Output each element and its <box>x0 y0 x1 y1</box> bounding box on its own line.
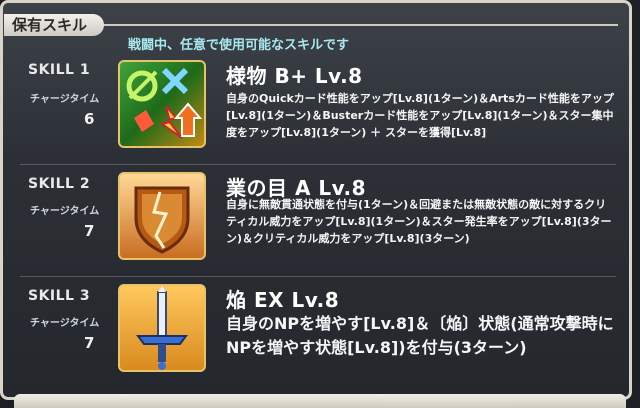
skill-divider-2 <box>20 276 616 277</box>
skill-1-ct-value: 6 <box>84 110 95 128</box>
skill-1-label: SKILL 1 <box>28 62 91 78</box>
skill-1-ct-label: チャージタイム <box>30 94 100 105</box>
skill-3-ct-value: 7 <box>84 334 95 352</box>
skill-divider-1 <box>20 164 616 165</box>
panel-title: 保有スキル <box>4 14 104 36</box>
buff-cards-icon[interactable] <box>118 60 206 148</box>
skill-1-description: 自身のQuickカード性能をアップ[Lv.8](1ターン)＆Artsカード性能を… <box>226 92 614 139</box>
skill-3-name: 焔 EX Lv.8 <box>226 288 340 312</box>
skill-2-ct-value: 7 <box>84 222 95 240</box>
cracked-shield-icon[interactable] <box>118 172 206 260</box>
skill-3-ct-label: チャージタイム <box>30 318 100 329</box>
sword-icon[interactable] <box>118 284 206 372</box>
skill-2-description: 自身に無敵貫通状態を付与(1ターン)＆回避または無敵状態の敵に対するクリティカル… <box>226 198 612 245</box>
notice-text: 戦闘中、任意で使用可能なスキルです <box>128 38 350 53</box>
skill-2-label: SKILL 2 <box>28 176 91 192</box>
skill-1-name: 様物 B+ Lv.8 <box>226 64 363 88</box>
skill-3-label: SKILL 3 <box>28 288 91 304</box>
skill-3-description: 自身のNPを増やす[Lv.8]＆〔焔〕状態(通常攻撃時にNPを増やす状態[Lv.… <box>226 314 614 357</box>
skill-2-ct-label: チャージタイム <box>30 206 100 217</box>
header-divider <box>98 24 618 26</box>
bottom-panel-edge <box>14 394 626 408</box>
